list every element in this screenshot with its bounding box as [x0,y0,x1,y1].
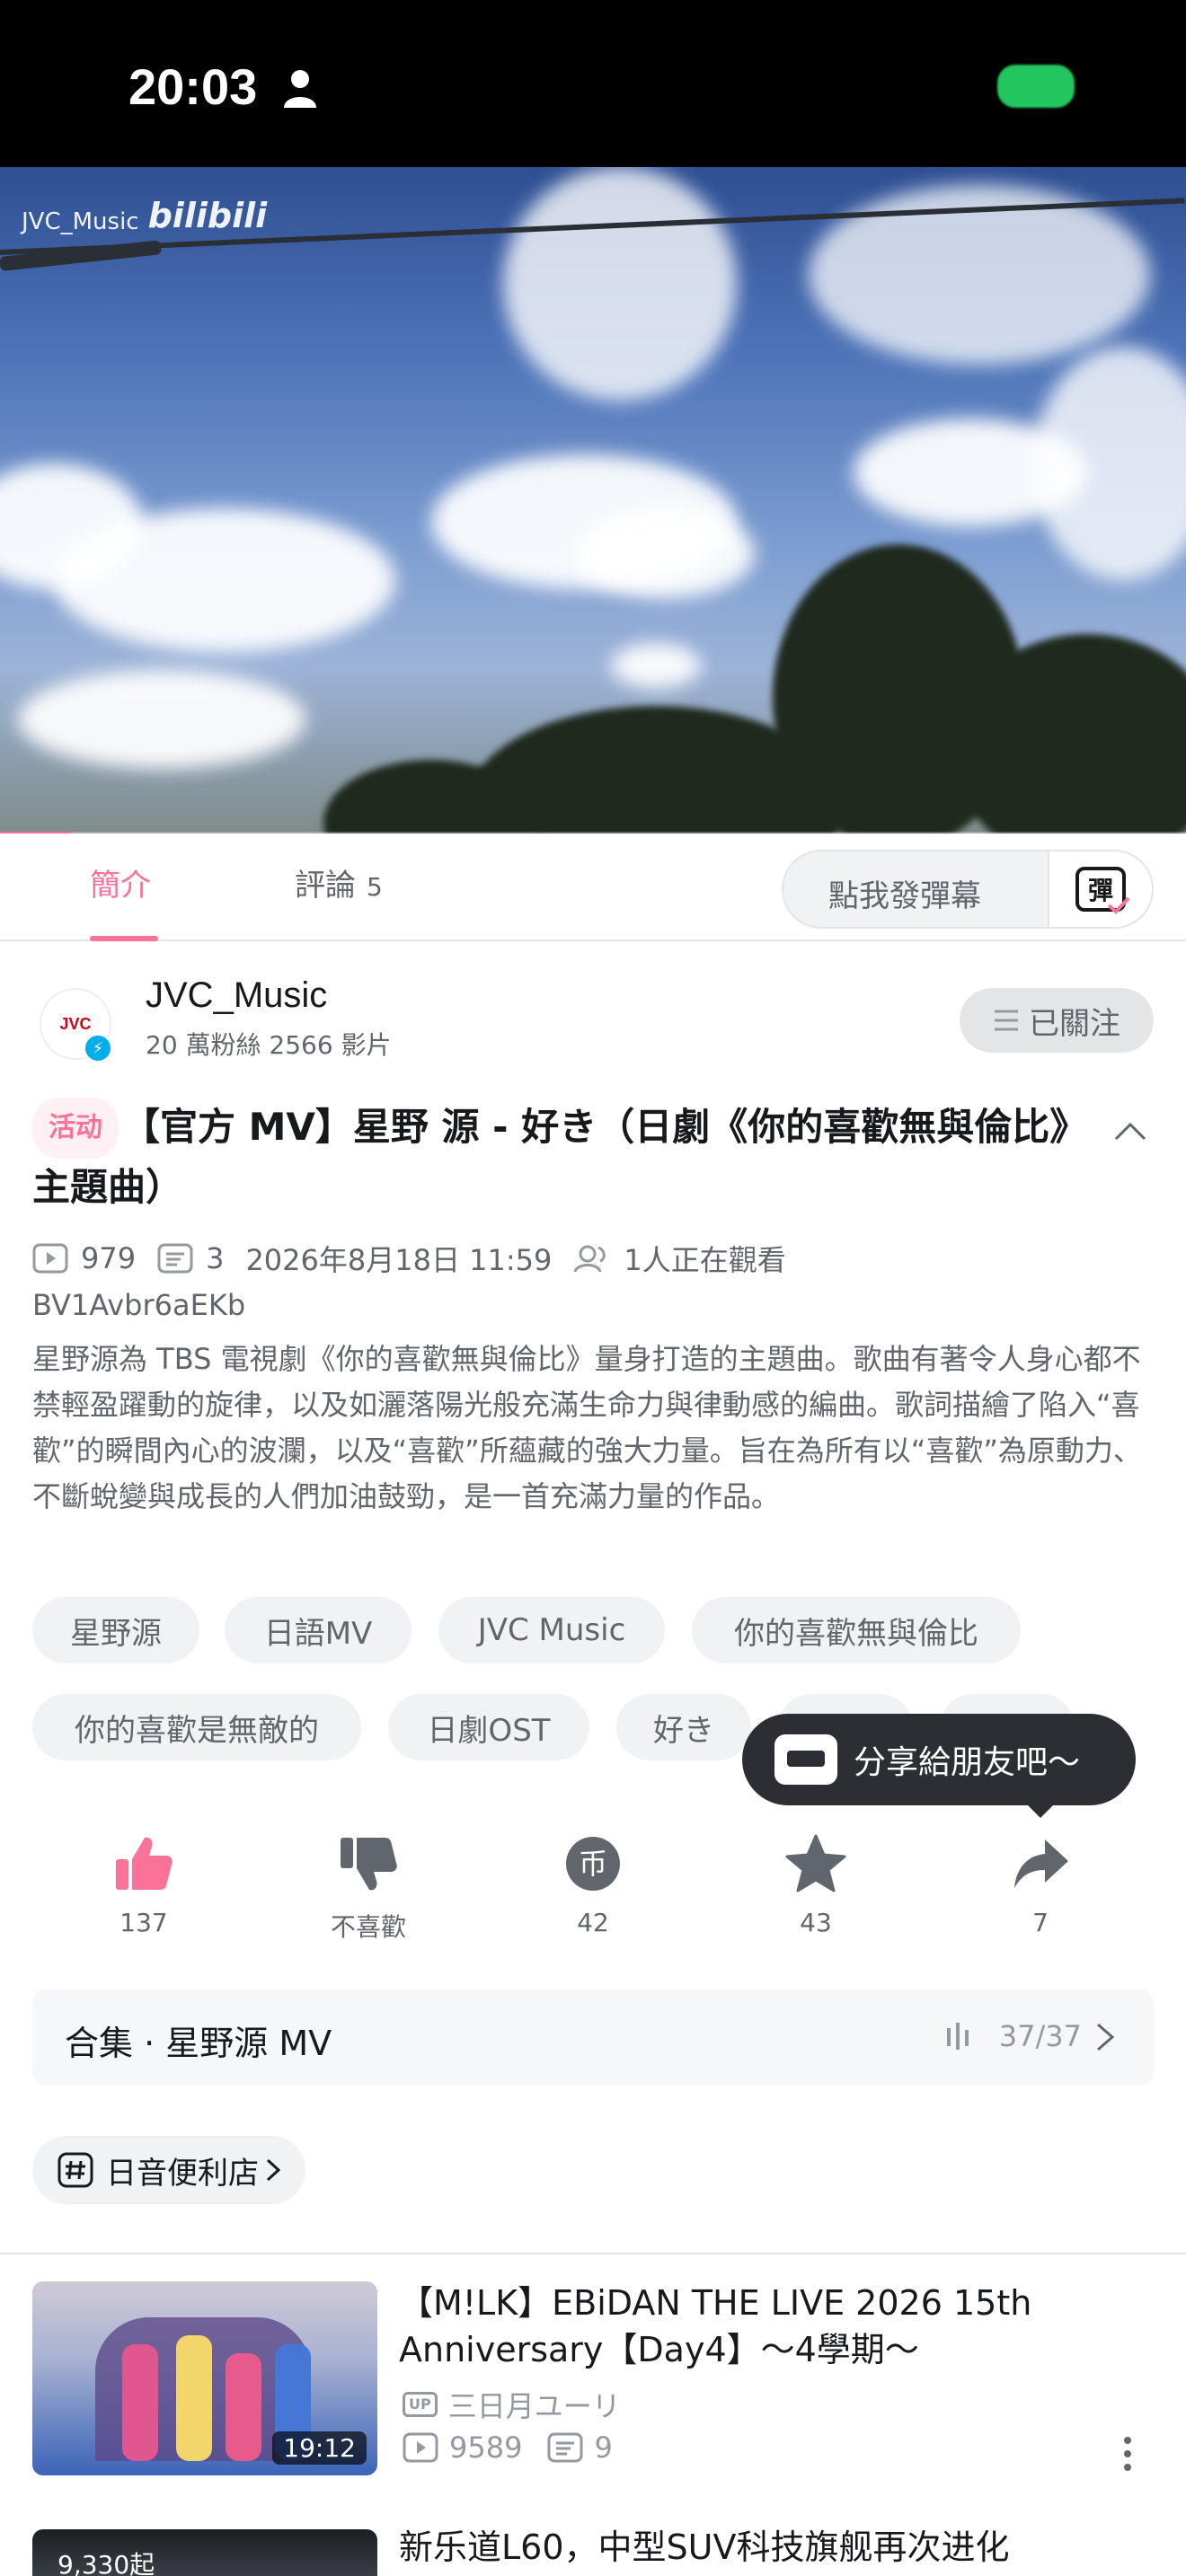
thumbs-down-icon [341,1838,397,1891]
danmaku-toggle-button[interactable]: 彈 [1048,851,1152,927]
performer-figure [226,2353,261,2461]
danmaku-count-icon [547,2432,583,2463]
star-icon [785,1834,846,1892]
coin-glyph: 币 [579,1847,607,1881]
related-video-uploader: 三日月ユーリ [447,2389,621,2423]
comments-count: 5 [367,872,383,902]
video-title-text: 【官方 MV】星野 源 - 好き（日劇《你的喜歡無與倫比》主題曲） [32,1105,1088,1209]
uploader-stats: 20 萬粉絲 2566 影片 [146,1030,392,1060]
bvid: BV1Avbr6aEKb [32,1288,246,1322]
tag-chip[interactable]: 日語MV [225,1597,412,1663]
coin-button[interactable]: 币 42 [512,1832,674,1937]
video-description: 星野源為 TBS 電視劇《你的喜歡無與倫比》量身打造的主題曲。歌曲有著令人身心都… [32,1342,1142,1513]
dislike-button[interactable]: 不喜歡 [288,1832,449,1944]
hashtag-icon [58,2152,93,2188]
active-tab-indicator [90,936,158,941]
like-count: 137 [119,1908,168,1937]
tv-mascot-icon [774,1734,837,1785]
up-badge-icon: UP [403,2392,438,2417]
dislike-label: 不喜歡 [330,1912,406,1942]
collection-card[interactable]: 合集 · 星野源 MV 37/37 [32,1989,1154,2086]
performer-figure [122,2344,158,2461]
playlist-bars-icon [947,2023,969,2050]
share-tooltip-text: 分享給朋友吧～ [854,1744,1081,1781]
danmaku-count-icon [157,1243,193,1274]
video-title: 活动 【官方 MV】星野 源 - 好き（日劇《你的喜歡無與倫比》主題曲） [32,1098,1111,1216]
chevron-right-icon [1097,2023,1115,2051]
chevron-up-icon[interactable] [1111,1112,1150,1151]
video-title-block: 活动 【官方 MV】星野 源 - 好き（日劇《你的喜歡無與倫比》主題曲） [32,1098,1111,1216]
tab-intro[interactable]: 簡介 [90,860,151,904]
view-count: 979 [81,1241,137,1275]
related-ad-title[interactable]: 新乐道L60，中型SUV科技旗舰再次进化 [399,2524,1145,2571]
tag-chip[interactable]: JVC Music [438,1597,665,1663]
battery-icon [997,65,1075,108]
chevron-right-icon [266,2158,281,2182]
tag-chip[interactable]: 好き [616,1694,751,1760]
status-bar: 20:03 [0,0,1186,167]
activity-tag[interactable]: 活动 [32,1098,119,1159]
tab-comments[interactable]: 評論 5 [295,860,383,904]
performer-figure [176,2335,212,2461]
tag-chip[interactable]: 星野源 [32,1597,199,1663]
coin-count: 42 [577,1908,609,1937]
watching-count: 1人正在觀看 [624,1243,786,1277]
related-video-stats-row: 9589 9 [403,2430,613,2465]
like-button[interactable]: 137 [63,1832,225,1937]
channel-chip[interactable]: 日音便利店 [32,2136,305,2204]
favorite-count: 43 [800,1908,832,1937]
related-video-title[interactable]: 【M!LK】EBiDAN THE LIVE 2026 15th Annivers… [399,2280,1145,2373]
uploader-name[interactable]: JVC_Music [146,975,327,1016]
follow-label: 已關注 [1029,1005,1120,1042]
video-duration: 19:12 [272,2431,367,2465]
related-video-danmaku: 9 [594,2430,613,2465]
avatar-logo-text: JVC [59,1014,92,1033]
channel-chip-label: 日音便利店 [106,2155,259,2192]
viewers-icon [573,1245,606,1273]
menu-lines-icon [995,1010,1018,1031]
section-divider [0,2253,1186,2254]
watermark-channel: JVC_Music [22,208,139,235]
more-options-icon[interactable] [1123,2436,1132,2472]
collection-title: 合集 · 星野源 MV [65,2024,332,2063]
share-tooltip[interactable]: 分享給朋友吧～ [742,1714,1136,1805]
follow-button[interactable]: 已關注 [960,988,1154,1053]
verified-badge-icon: ⚡ [83,1033,113,1063]
video-watermark: JVC_Music bilibili [22,196,267,235]
related-video-uploader-row: UP 三日月ユーリ [403,2384,621,2425]
uploader-row: JVC ⚡ JVC_Music 20 萬粉絲 2566 影片 已關注 [0,952,1186,1069]
publish-date: 2026年8月18日 11:59 [245,1243,553,1277]
check-icon [1107,896,1130,914]
tab-comments-label: 評論 [295,868,356,904]
tag-chip[interactable]: 你的喜歡無與倫比 [692,1597,1021,1663]
favorite-button[interactable]: 43 [735,1832,897,1937]
related-video-views: 9589 [449,2430,523,2465]
person-icon [284,70,316,108]
related-video-thumbnail[interactable]: 19:12 [32,2281,377,2475]
collection-count: 37/37 [998,2019,1082,2053]
share-arrow-icon [1014,1839,1068,1888]
video-player[interactable]: JVC_Music bilibili [0,167,1186,834]
video-meta-row: 979 3 2026年8月18日 11:59 1人正在觀看 [32,1238,786,1279]
tag-chip[interactable]: 日劇OST [388,1694,589,1760]
share-button[interactable]: 7 [960,1832,1121,1937]
danmaku-icon: 彈 [1075,867,1130,914]
tab-bar: 簡介 評論 5 點我發彈幕 彈 [0,834,1186,941]
ad-price-overlay: 9,330起 [58,2550,155,2576]
share-tooltip-tail [1026,1804,1055,1818]
thumbs-up-icon [116,1837,173,1890]
status-time: 20:03 [128,58,258,115]
share-count: 7 [1032,1908,1049,1937]
play-count-icon [32,1243,68,1274]
coin-icon: 币 [566,1837,620,1891]
related-ad-thumbnail[interactable]: 9,330起 [32,2529,377,2576]
bilibili-logo: bilibili [147,196,268,235]
danmaku-count: 3 [206,1241,225,1275]
play-count-icon [403,2432,438,2463]
danmaku-placeholder: 點我發彈幕 [828,878,981,914]
danmaku-input[interactable]: 點我發彈幕 彈 [782,850,1154,929]
tag-chip[interactable]: 你的喜歡是無敵的 [32,1694,361,1760]
